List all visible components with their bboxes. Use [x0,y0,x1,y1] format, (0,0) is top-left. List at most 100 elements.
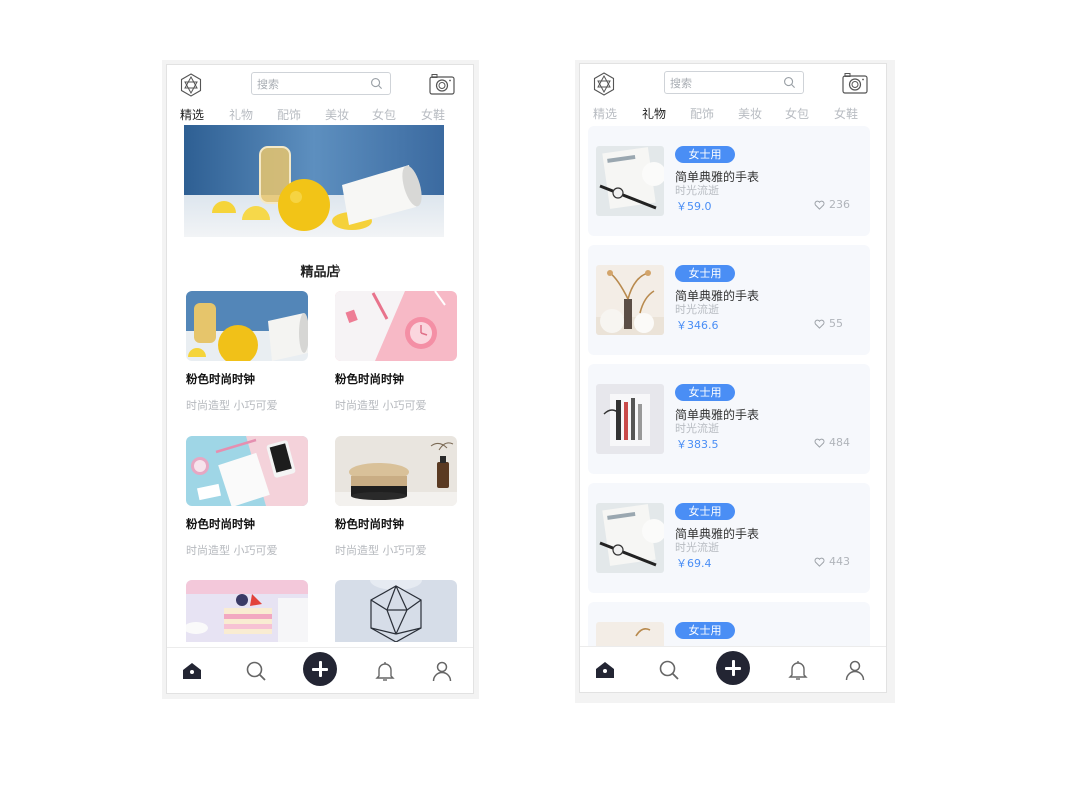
section-header-boutique[interactable]: 精品店 〉 [167,261,473,280]
item-subtitle: 时光流逝 [675,541,719,554]
women-badge: 女士用 [675,503,735,520]
heart-icon [814,200,825,210]
watch-book-photo [596,146,664,216]
bottom-nav [167,647,473,693]
header: 搜索 [167,65,473,105]
pink-clock-photo [335,291,457,361]
product-image [186,436,308,506]
item-thumbnail [596,503,664,573]
category-tabs: 精选 礼物 配饰 美妆 女包 女鞋 [580,105,886,125]
item-price: ￥59.0 [676,200,712,213]
category-tabs: 精选 礼物 配饰 美妆 女包 女鞋 [167,106,473,126]
item-thumbnail [596,146,664,216]
tab-gifts[interactable]: 礼物 [642,105,666,122]
like-count[interactable]: 236 [814,198,850,211]
tab-featured[interactable]: 精选 [593,105,617,122]
like-value: 55 [829,317,843,330]
item-subtitle: 时光流逝 [675,422,719,435]
women-badge: 女士用 [675,146,735,163]
list-item[interactable]: 女士用 简单典雅的手表 时光流逝 ￥69.4 443 [588,483,870,593]
product-image [186,291,308,361]
home-icon[interactable] [593,658,617,682]
product-subtitle: 时尚造型 小巧可爱 [186,399,278,412]
tab-gifts[interactable]: 礼物 [229,106,253,123]
product-title: 粉色时尚时钟 [186,517,255,531]
women-badge: 女士用 [675,384,735,401]
heart-icon [814,438,825,448]
add-button[interactable] [716,651,750,685]
women-badge: 女士用 [675,622,735,639]
right-phone: 搜索 精选 礼物 配饰 美妆 女包 女鞋 女士用 简单典雅的手表 时光流逝 ￥5… [579,63,887,693]
like-count[interactable]: 443 [814,555,850,568]
item-price: ￥383.5 [676,438,719,451]
product-card[interactable] [186,580,308,642]
lemon-photo [186,291,308,361]
gem-logo-icon [593,72,615,96]
product-image [186,580,308,642]
chevron-right-icon: 〉 [335,264,349,279]
tab-shoes[interactable]: 女鞋 [421,106,445,123]
gem-logo-icon [180,73,202,97]
user-icon[interactable] [430,659,454,683]
product-card[interactable] [335,580,457,642]
stationery-photo [596,384,664,454]
left-phone: 搜索 精选 礼物 配饰 美妆 女包 女鞋 精品店 〉 粉色时尚时钟 时尚造型 小… [166,64,474,694]
product-card[interactable]: 粉色时尚时钟 时尚造型 小巧可爱 [335,436,457,558]
product-image [335,580,457,642]
list-item[interactable]: 女士用 简单典雅的手表 时光流逝 ￥346.6 55 [588,245,870,355]
tab-accessories[interactable]: 配饰 [277,106,301,123]
tab-makeup[interactable]: 美妆 [325,106,349,123]
cake-photo [186,580,308,642]
tab-makeup[interactable]: 美妆 [738,105,762,122]
search-placeholder: 搜索 [670,77,692,90]
heart-icon [814,319,825,329]
hero-lemon-image [184,125,444,237]
product-title: 粉色时尚时钟 [335,372,404,386]
item-thumbnail [596,384,664,454]
product-card[interactable]: 粉色时尚时钟 时尚造型 小巧可爱 [186,436,308,558]
bottom-nav [580,646,886,692]
home-icon[interactable] [180,659,204,683]
hero-banner[interactable] [184,125,444,237]
item-subtitle: 时光流逝 [675,184,719,197]
product-title: 粉色时尚时钟 [335,517,404,531]
like-value: 484 [829,436,850,449]
search-icon [371,78,383,90]
bell-icon[interactable] [786,658,810,682]
tab-bags[interactable]: 女包 [372,106,396,123]
product-title: 粉色时尚时钟 [186,372,255,386]
product-card[interactable]: 粉色时尚时钟 时尚造型 小巧可爱 [335,291,457,413]
search-nav-icon[interactable] [657,658,681,682]
camera-icon[interactable] [429,73,455,95]
search-icon [784,77,796,89]
search-input[interactable]: 搜索 [251,72,391,95]
like-count[interactable]: 484 [814,436,850,449]
add-button[interactable] [303,652,337,686]
search-nav-icon[interactable] [244,659,268,683]
item-subtitle: 时光流逝 [675,303,719,316]
bell-icon[interactable] [373,659,397,683]
stage: 搜索 精选 礼物 配饰 美妆 女包 女鞋 精品店 〉 粉色时尚时钟 时尚造型 小… [0,0,1076,810]
tab-featured[interactable]: 精选 [180,106,204,123]
like-value: 443 [829,555,850,568]
list-item[interactable]: 女士用 简单典雅的手表 时光流逝 ￥59.0 236 [588,126,870,236]
like-value: 236 [829,198,850,211]
item-price: ￥69.4 [676,557,712,570]
product-image [335,436,457,506]
header: 搜索 [580,64,886,104]
product-card[interactable]: 粉色时尚时钟 时尚造型 小巧可爱 [186,291,308,413]
product-image [335,291,457,361]
item-price: ￥346.6 [676,319,719,332]
user-icon[interactable] [843,658,867,682]
tab-shoes[interactable]: 女鞋 [834,105,858,122]
tab-accessories[interactable]: 配饰 [690,105,714,122]
list-item[interactable]: 女士用 简单典雅的手表 时光流逝 ￥383.5 484 [588,364,870,474]
search-input[interactable]: 搜索 [664,71,804,94]
women-badge: 女士用 [675,265,735,282]
camera-icon[interactable] [842,72,868,94]
like-count[interactable]: 55 [814,317,843,330]
tab-bags[interactable]: 女包 [785,105,809,122]
straw-hat-photo [335,436,457,506]
vases-photo [596,265,664,335]
search-placeholder: 搜索 [257,78,279,91]
